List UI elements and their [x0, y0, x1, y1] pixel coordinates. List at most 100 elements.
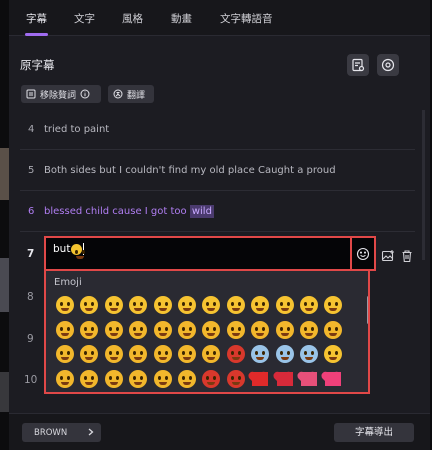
pensive-emoji-icon[interactable]	[177, 320, 196, 339]
trash-icon	[402, 250, 412, 263]
squinting-tongue-emoji-icon[interactable]	[80, 345, 99, 363]
rage-emoji-icon[interactable]	[226, 345, 245, 363]
row-text[interactable]: tried to paint	[44, 110, 109, 150]
kissing-emoji-icon[interactable]	[275, 320, 294, 339]
row-text-plain: blessed child cause I got too	[44, 206, 190, 217]
innocent-emoji-icon[interactable]	[177, 369, 196, 388]
delete-row-button[interactable]	[400, 248, 414, 263]
emoji-icon	[356, 247, 370, 260]
cold-sweat-emoji-icon[interactable]	[275, 345, 294, 363]
settings-circle-icon	[381, 58, 395, 72]
export-subtitles-button[interactable]: 字幕導出	[334, 423, 414, 442]
sweat-smile-emoji-icon[interactable]	[177, 296, 196, 314]
row-text[interactable]: Both sides but I couldn't find my old pl…	[44, 151, 336, 191]
row-text[interactable]: blessed child cause I got too wild	[44, 192, 214, 232]
emoji-picker: Emoji	[44, 271, 370, 394]
joy-emoji-icon[interactable]	[104, 296, 123, 314]
wink-emoji-icon[interactable]	[226, 296, 245, 314]
translate-label: 翻譯	[127, 90, 146, 101]
expressionless-emoji-icon[interactable]	[104, 320, 123, 339]
smiley-emoji-icon[interactable]	[129, 296, 148, 314]
sunglasses-emoji-icon[interactable]	[324, 296, 343, 314]
confused-emoji-icon[interactable]	[202, 320, 221, 339]
angry-emoji-icon[interactable]	[202, 345, 221, 363]
triumph-emoji-icon[interactable]	[177, 345, 196, 363]
unamused-emoji-icon[interactable]	[129, 320, 148, 339]
style-preset-button[interactable]: BROWN	[22, 423, 101, 442]
neutral-emoji-icon[interactable]	[80, 320, 99, 339]
emoji-scrollbar[interactable]	[367, 296, 368, 324]
tab-bar: 字幕 文字 風格 動畫 文字轉語音	[9, 0, 430, 36]
subtitle-row-current[interactable]: 6 blessed child cause I got too wild	[20, 192, 415, 232]
yum-emoji-icon[interactable]	[275, 296, 294, 314]
disappointed-emoji-icon[interactable]	[104, 345, 123, 363]
filler-words-icon	[26, 89, 36, 99]
subtitle-settings-button[interactable]	[377, 54, 399, 76]
beaming-emoji-icon[interactable]	[80, 296, 99, 314]
remove-filler-button[interactable]: 移除贅詞	[21, 85, 101, 103]
imp-emoji-icon[interactable]	[226, 369, 245, 388]
media-strip	[0, 0, 9, 450]
two-hearts-icon[interactable]	[300, 371, 317, 386]
winking-tongue-emoji-icon[interactable]	[56, 345, 74, 363]
tab-subtitle[interactable]: 字幕	[26, 0, 47, 36]
list-scrollbar[interactable]	[422, 110, 425, 260]
image-icon	[381, 250, 394, 262]
dizzy-emoji-icon[interactable]	[56, 369, 74, 388]
row-number: 5	[28, 165, 35, 176]
sleepy-emoji-icon[interactable]	[129, 369, 148, 388]
media-thumbnail	[0, 372, 9, 412]
broken-heart-icon[interactable]	[276, 371, 293, 386]
remove-filler-label: 移除贅詞	[40, 90, 77, 101]
smirk-emoji-icon[interactable]	[56, 320, 74, 339]
kissing-smile-emoji-icon[interactable]	[299, 320, 318, 339]
info-icon[interactable]	[80, 89, 90, 99]
emoji-grid	[54, 293, 354, 391]
footer-bar: BROWN 字幕導出	[9, 413, 430, 450]
kiss-emoji-icon[interactable]	[251, 320, 270, 339]
mask-emoji-icon[interactable]	[80, 369, 99, 388]
tongue-emoji-icon[interactable]	[324, 320, 343, 339]
grin-emoji-icon[interactable]	[153, 296, 172, 314]
grinning-emoji-icon[interactable]	[56, 296, 74, 314]
translate-icon	[113, 89, 123, 99]
sweat-emoji-icon[interactable]	[153, 320, 172, 339]
crying-emoji-icon[interactable]	[153, 345, 172, 363]
heart-eyes-emoji-icon[interactable]	[299, 296, 318, 314]
row-number: 6	[28, 206, 35, 217]
laughing-emoji-icon[interactable]	[202, 296, 221, 314]
insert-image-button[interactable]	[381, 248, 395, 262]
translate-button[interactable]: 翻譯	[108, 85, 154, 103]
grimace-emoji-icon[interactable]	[153, 369, 172, 388]
media-thumbnail	[0, 258, 9, 312]
row-number: 9	[27, 333, 34, 345]
tab-text[interactable]: 文字	[74, 0, 95, 36]
emoji-picker-button[interactable]	[350, 236, 376, 271]
fearful-emoji-icon[interactable]	[251, 345, 270, 363]
subtitle-edit-input[interactable]: but	[44, 236, 350, 271]
inserted-emoji-icon	[71, 243, 85, 259]
subtitle-list-button[interactable]	[347, 54, 369, 76]
active-tab-indicator	[25, 33, 48, 36]
tab-text-to-speech[interactable]: 文字轉語音	[220, 0, 273, 36]
confounded-emoji-icon[interactable]	[226, 320, 245, 339]
scream-emoji-icon[interactable]	[299, 345, 318, 363]
row-number: 4	[28, 124, 35, 135]
subtitle-row[interactable]: 5 Both sides but I couldn't find my old …	[20, 151, 415, 191]
emoji-category-title: Emoji	[54, 277, 82, 288]
red-heart-icon[interactable]	[252, 371, 269, 386]
worried-emoji-icon[interactable]	[129, 345, 148, 363]
subtitle-row[interactable]: 4 tried to paint	[20, 110, 415, 150]
sad-sweat-emoji-icon[interactable]	[104, 369, 123, 388]
media-thumbnail	[0, 148, 9, 200]
subtitle-list-icon	[352, 58, 365, 72]
tab-animation[interactable]: 動畫	[171, 0, 192, 36]
row-number: 10	[24, 374, 38, 386]
tab-style[interactable]: 風格	[122, 0, 143, 36]
subtitle-panel: 字幕 文字 風格 動畫 文字轉語音 原字幕 移除贅詞 翻譯 4 tried to…	[9, 0, 430, 450]
sparkling-heart-icon[interactable]	[325, 371, 342, 386]
highlighted-word: wild	[189, 205, 214, 218]
devil-smile-emoji-icon[interactable]	[202, 369, 221, 388]
astonished-emoji-icon[interactable]	[324, 345, 343, 363]
blush-emoji-icon[interactable]	[251, 296, 270, 314]
